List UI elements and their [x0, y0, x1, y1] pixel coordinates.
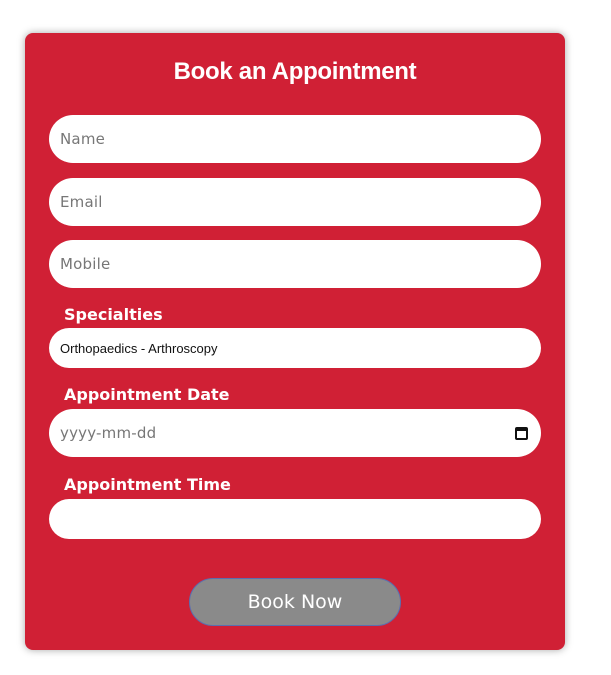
specialties-select[interactable]: Orthopaedics - Arthroscopy	[49, 328, 541, 368]
appointment-date-label: Appointment Date	[64, 385, 230, 404]
email-placeholder: Email	[60, 193, 103, 211]
form-title: Book an Appointment	[173, 58, 417, 85]
appointment-form-card: Book an Appointment Name Email Mobile Sp…	[25, 33, 565, 650]
specialty-selected-value: Orthopaedics - Arthroscopy	[60, 340, 218, 356]
name-input[interactable]: Name	[49, 115, 541, 163]
appointment-time-label: Appointment Time	[64, 475, 231, 494]
book-now-button[interactable]: Book Now	[189, 578, 401, 626]
name-placeholder: Name	[60, 130, 106, 148]
calendar-icon[interactable]	[515, 427, 528, 440]
email-input[interactable]: Email	[49, 178, 541, 226]
specialties-label: Specialties	[64, 305, 163, 324]
appointment-date-input[interactable]: yyyy-mm-dd	[49, 409, 541, 457]
mobile-input[interactable]: Mobile	[49, 240, 541, 288]
date-placeholder: yyyy-mm-dd	[60, 424, 157, 442]
appointment-time-input[interactable]	[49, 499, 541, 539]
mobile-placeholder: Mobile	[60, 255, 111, 273]
